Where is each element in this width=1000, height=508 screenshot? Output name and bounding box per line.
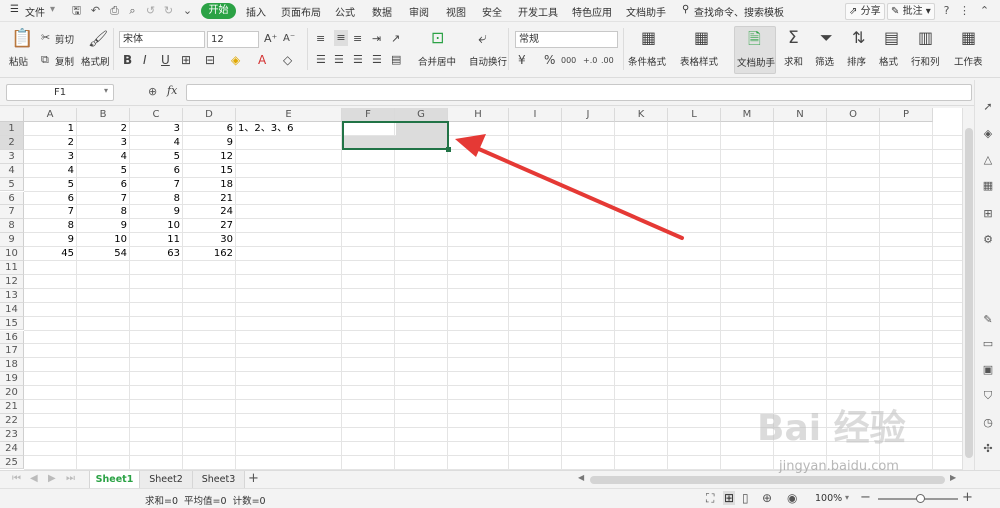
first-sheet-icon[interactable]: ⏮: [12, 473, 21, 484]
grid-icon[interactable]: ⊞: [981, 207, 995, 221]
status-stats: 求和=0 平均值=0 计数=0: [145, 496, 266, 507]
fullscreen-icon[interactable]: ⛶: [706, 491, 714, 506]
shapes-icon[interactable]: ◈: [981, 127, 995, 141]
sheet-tab-sheet2[interactable]: Sheet2: [140, 471, 193, 488]
zoom-level[interactable]: 100%: [815, 493, 842, 504]
last-sheet-icon[interactable]: ⏭: [66, 473, 75, 484]
arrow-head: [455, 134, 486, 157]
right-sidebar: ➚ ◈ △ ▦ ⊞ ⚙ ✎ ▭ ▣ ⛉ ◷ ✣: [974, 80, 1000, 470]
archive-icon[interactable]: ▭: [981, 337, 995, 351]
tools-icon[interactable]: ✣: [981, 442, 995, 456]
sheet-tabs-bar: ⏮ ◀ ▶ ⏭ Sheet1 Sheet2 Sheet3 + ◀ ▶: [0, 470, 1000, 488]
zoom-dropdown-icon[interactable]: ▾: [845, 493, 849, 502]
vertical-scrollbar[interactable]: [962, 108, 974, 470]
sheet-tab-sheet1[interactable]: Sheet1: [89, 471, 140, 488]
zoom-out-button[interactable]: −: [860, 490, 871, 505]
image-icon[interactable]: ▣: [981, 363, 995, 377]
annotation-arrow: [455, 134, 684, 240]
vertical-scroll-thumb[interactable]: [965, 128, 973, 458]
page-break-view-icon[interactable]: ⊕: [762, 491, 772, 505]
horizontal-scroll-thumb[interactable]: [590, 476, 945, 484]
sheet-tab-sheet3[interactable]: Sheet3: [193, 471, 245, 488]
scroll-left-icon[interactable]: ◀: [578, 473, 584, 482]
zoom-in-button[interactable]: +: [962, 490, 973, 505]
arrow-shaft: [470, 144, 684, 240]
styles-icon[interactable]: △: [981, 153, 995, 167]
prev-sheet-icon[interactable]: ◀: [30, 473, 38, 484]
page-layout-view-icon[interactable]: ▯: [742, 491, 749, 505]
next-sheet-icon[interactable]: ▶: [48, 473, 56, 484]
scroll-right-icon[interactable]: ▶: [950, 473, 956, 482]
history-icon[interactable]: ◷: [981, 416, 995, 430]
edit-icon[interactable]: ✎: [981, 313, 995, 327]
status-bar: 求和=0 平均值=0 计数=0 ⛶ ⊞ ▯ ⊕ ◉ 100% ▾ − +: [0, 488, 1000, 508]
eye-protection-icon[interactable]: ◉: [787, 491, 797, 505]
cursor-icon[interactable]: ➚: [981, 100, 995, 114]
table-icon[interactable]: ▦: [981, 179, 995, 193]
zoom-slider-thumb[interactable]: [916, 494, 925, 503]
shield-icon[interactable]: ⛉: [981, 389, 995, 403]
normal-view-icon[interactable]: ⊞: [723, 491, 736, 505]
add-sheet-button[interactable]: +: [248, 471, 259, 486]
settings-icon[interactable]: ⚙: [981, 233, 995, 247]
